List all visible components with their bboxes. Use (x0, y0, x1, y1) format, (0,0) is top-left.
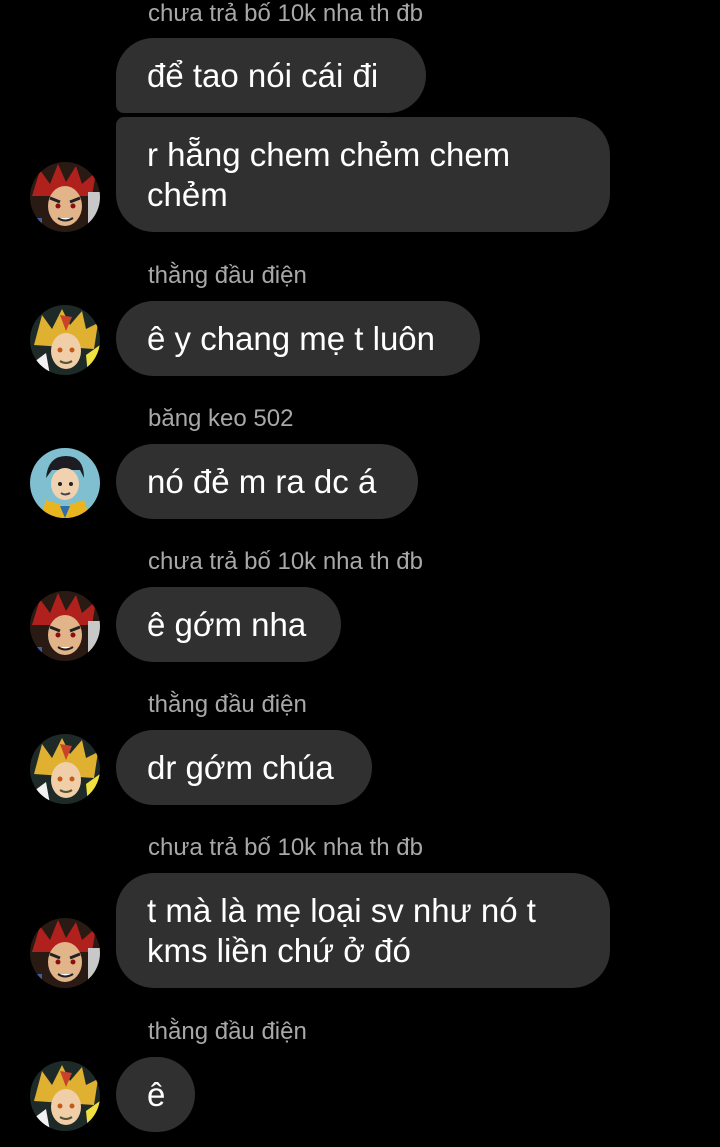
sender-name: chưa trả bố 10k nha th đb (148, 548, 423, 575)
message-bubble[interactable]: dr gớm chúa (116, 730, 372, 805)
message-text: ê (147, 1075, 166, 1113)
sender-name: thằng đầu điện (148, 1018, 307, 1045)
sender-name: chưa trả bố 10k nha th đb (148, 0, 423, 27)
message-bubble[interactable]: để tao nói cái đi (116, 38, 426, 113)
message-text: ê y chang mẹ t luôn (147, 319, 436, 357)
message-text: ê gớm nha (147, 605, 307, 643)
message-text: nó đẻ m ra dc á (147, 462, 377, 500)
sender-name: chưa trả bố 10k nha th đb (148, 834, 423, 861)
blonde-anime-avatar[interactable] (30, 734, 100, 804)
red-hair-anime-avatar[interactable] (30, 591, 100, 661)
blonde-anime-avatar[interactable] (30, 1061, 100, 1131)
sender-name: thằng đầu điện (148, 262, 307, 289)
sender-name: băng keo 502 (148, 405, 294, 432)
message-bubble[interactable]: ê y chang mẹ t luôn (116, 301, 480, 376)
message-bubble[interactable]: ê (116, 1057, 195, 1132)
message-text: dr gớm chúa (147, 748, 334, 786)
sender-name: thằng đầu điện (148, 691, 307, 718)
red-hair-anime-avatar[interactable] (30, 918, 100, 988)
message-text: để tao nói cái đi (147, 56, 379, 94)
message-bubble[interactable]: r hẵng chem chẻm chem chẻm (116, 117, 610, 232)
message-bubble[interactable]: nó đẻ m ra dc á (116, 444, 418, 519)
message-text: t mà là mẹ loại sv như nó t kms liền chứ… (147, 891, 546, 969)
message-bubble[interactable]: t mà là mẹ loại sv như nó t kms liền chứ… (116, 873, 610, 988)
message-text: r hẵng chem chẻm chem chẻm (147, 135, 520, 213)
red-hair-anime-avatar[interactable] (30, 162, 100, 232)
blonde-anime-avatar[interactable] (30, 305, 100, 375)
dark-hair-anime-avatar[interactable] (30, 448, 100, 518)
message-bubble[interactable]: ê gớm nha (116, 587, 341, 662)
